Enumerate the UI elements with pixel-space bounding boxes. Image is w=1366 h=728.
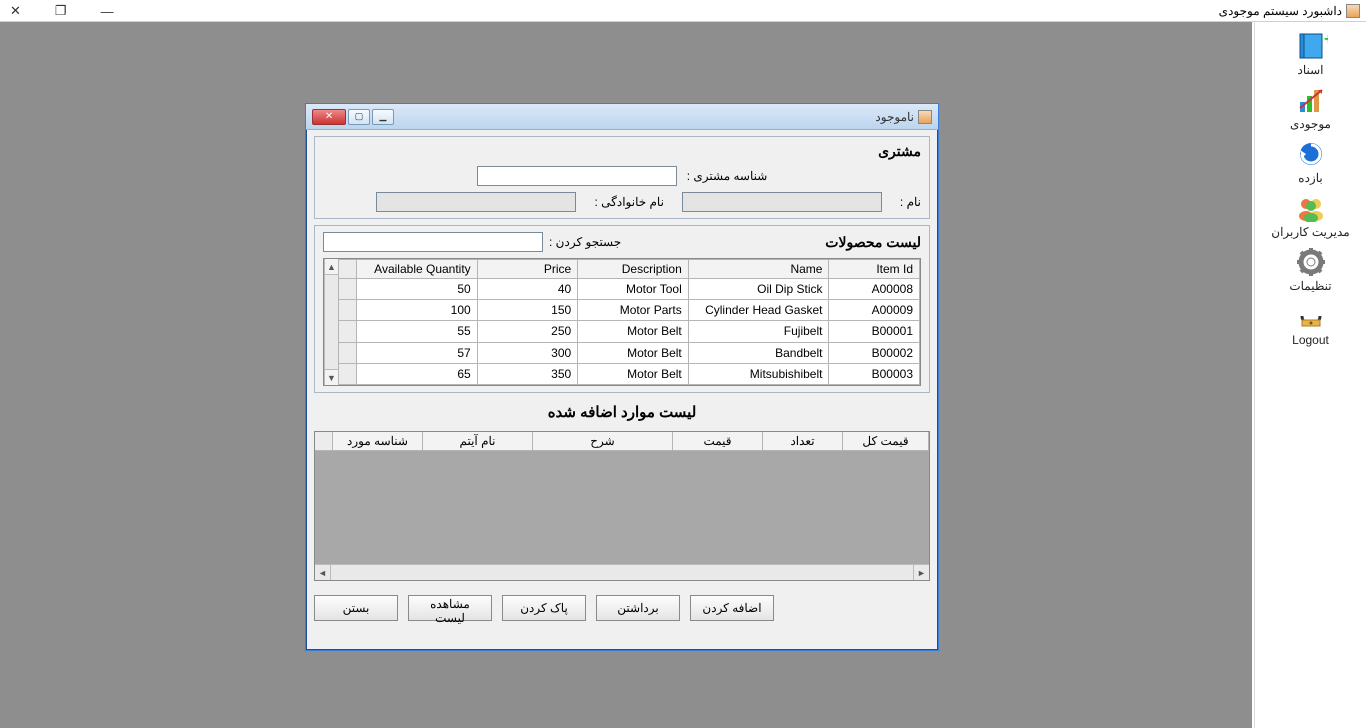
scroll-right-icon[interactable]: ►: [913, 565, 929, 580]
customer-group: مشتری شناسه مشتری : نام : نام خانوادگی :: [314, 136, 930, 219]
dialog-titlebar[interactable]: ناموجود ▁ ▢ ✕: [306, 104, 938, 130]
products-heading: لیست محصولات: [825, 234, 921, 251]
inventory-icon: [1293, 85, 1329, 115]
customer-name-input[interactable]: [682, 192, 882, 212]
settings-icon: [1293, 247, 1329, 277]
toolstrip-settings[interactable]: تنظیمات: [1255, 244, 1366, 294]
toolstrip-settings-label: تنظیمات: [1255, 279, 1366, 293]
logout-icon: [1293, 301, 1329, 331]
customer-family-label: نام خانوادگی :: [594, 195, 663, 209]
toolstrip-users[interactable]: مدیریت کاربران: [1255, 190, 1366, 240]
returns-icon: [1293, 139, 1329, 169]
dialog-title-text: ناموجود: [875, 110, 914, 124]
search-label: جستجو کردن :: [549, 235, 621, 249]
toolstrip-docs-label: اسناد: [1255, 63, 1366, 77]
docs-icon: +: [1293, 31, 1329, 61]
products-group: لیست محصولات جستجو کردن : ▲ ▼: [314, 225, 930, 393]
app-icon: [1346, 4, 1360, 18]
table-row[interactable]: 57300Motor BeltBandbeltB00002: [339, 342, 920, 363]
col-added-qty[interactable]: تعداد: [763, 432, 843, 450]
toolstrip-docs[interactable]: + اسناد: [1255, 28, 1366, 78]
toolstrip-returns-label: بازده: [1255, 171, 1366, 185]
table-row[interactable]: 55250Motor BeltFujibeltB00001: [339, 321, 920, 342]
products-grid-scrollbar[interactable]: ▲ ▼: [324, 259, 338, 385]
added-grid-hscroll[interactable]: ◄ ►: [315, 564, 929, 580]
search-input[interactable]: [323, 232, 543, 252]
side-toolstrip: + اسناد موجودی بازده مدیریت کاربران: [1254, 22, 1366, 728]
col-name[interactable]: Name: [688, 260, 829, 279]
add-button[interactable]: اضافه کردن: [690, 595, 774, 621]
table-row[interactable]: 65350Motor BeltMitsubishibeltB00003: [339, 363, 920, 384]
table-row[interactable]: 100150Motor PartsCylinder Head GasketA00…: [339, 300, 920, 321]
dialog-maximize-button[interactable]: ▢: [348, 109, 370, 125]
scroll-up-icon[interactable]: ▲: [325, 259, 338, 275]
customer-heading: مشتری: [323, 143, 921, 160]
main-system-buttons: ✕ ❐ —: [4, 0, 120, 22]
mdi-client-area: ناموجود ▁ ▢ ✕ مشتری شناسه مشتری : نام: [0, 22, 1254, 728]
customer-family-input[interactable]: [376, 192, 576, 212]
toolstrip-inventory-label: موجودی: [1255, 117, 1366, 131]
col-added-price[interactable]: قیمت: [673, 432, 763, 450]
remove-button[interactable]: برداشتن: [596, 595, 680, 621]
added-heading: لیست موارد اضافه شده: [314, 403, 930, 421]
main-restore-button[interactable]: ❐: [49, 3, 73, 19]
toolstrip-inventory[interactable]: موجودی: [1255, 82, 1366, 132]
table-row[interactable]: 5040Motor ToolOil Dip StickA00008: [339, 279, 920, 300]
added-header-row: شناسه مورد نام آیتم شرح قیمت تعداد قیمت …: [315, 432, 929, 451]
toolstrip-logout[interactable]: Logout: [1255, 298, 1366, 348]
col-price[interactable]: Price: [477, 260, 578, 279]
scroll-left-icon[interactable]: ◄: [315, 565, 331, 580]
toolstrip-users-label: مدیریت کاربران: [1255, 225, 1366, 239]
view-button[interactable]: مشاهده لیست: [408, 595, 492, 621]
dialog-button-row: اضافه کردن برداشتن پاک کردن مشاهده لیست …: [314, 587, 930, 623]
svg-text:+: +: [1324, 32, 1328, 48]
products-header-row: Available Quantity Price Description Nam…: [339, 260, 920, 279]
col-added-desc[interactable]: شرح: [533, 432, 673, 450]
col-qty[interactable]: Available Quantity: [357, 260, 478, 279]
toolstrip-logout-label: Logout: [1255, 333, 1366, 347]
col-itemid[interactable]: Item Id: [829, 260, 920, 279]
users-icon: [1293, 193, 1329, 223]
customer-id-label: شناسه مشتری :: [687, 169, 768, 183]
dialog-close-button[interactable]: ✕: [312, 109, 346, 125]
toolstrip-returns[interactable]: بازده: [1255, 136, 1366, 186]
main-close-button[interactable]: ✕: [4, 3, 27, 19]
products-grid[interactable]: ▲ ▼ Available Quantity Price Description: [323, 258, 921, 386]
added-grid[interactable]: شناسه مورد نام آیتم شرح قیمت تعداد قیمت …: [314, 431, 930, 581]
customer-id-input[interactable]: [477, 166, 677, 186]
customer-name-label: نام :: [900, 195, 921, 209]
main-titlebar: داشبورد سیستم موجودی: [0, 0, 1366, 22]
col-added-id[interactable]: شناسه مورد: [333, 432, 423, 450]
dialog-minimize-button[interactable]: ▁: [372, 109, 394, 125]
main-title-text: داشبورد سیستم موجودی: [1219, 4, 1342, 18]
col-added-total[interactable]: قیمت کل: [843, 432, 929, 450]
dialog-icon: [918, 110, 932, 124]
close-button[interactable]: بستن: [314, 595, 398, 621]
clear-button[interactable]: پاک کردن: [502, 595, 586, 621]
unavailable-dialog: ناموجود ▁ ▢ ✕ مشتری شناسه مشتری : نام: [305, 103, 939, 651]
col-desc[interactable]: Description: [578, 260, 689, 279]
scroll-down-icon[interactable]: ▼: [325, 369, 338, 385]
col-added-name[interactable]: نام آیتم: [423, 432, 533, 450]
main-minimize-button[interactable]: —: [95, 4, 120, 19]
